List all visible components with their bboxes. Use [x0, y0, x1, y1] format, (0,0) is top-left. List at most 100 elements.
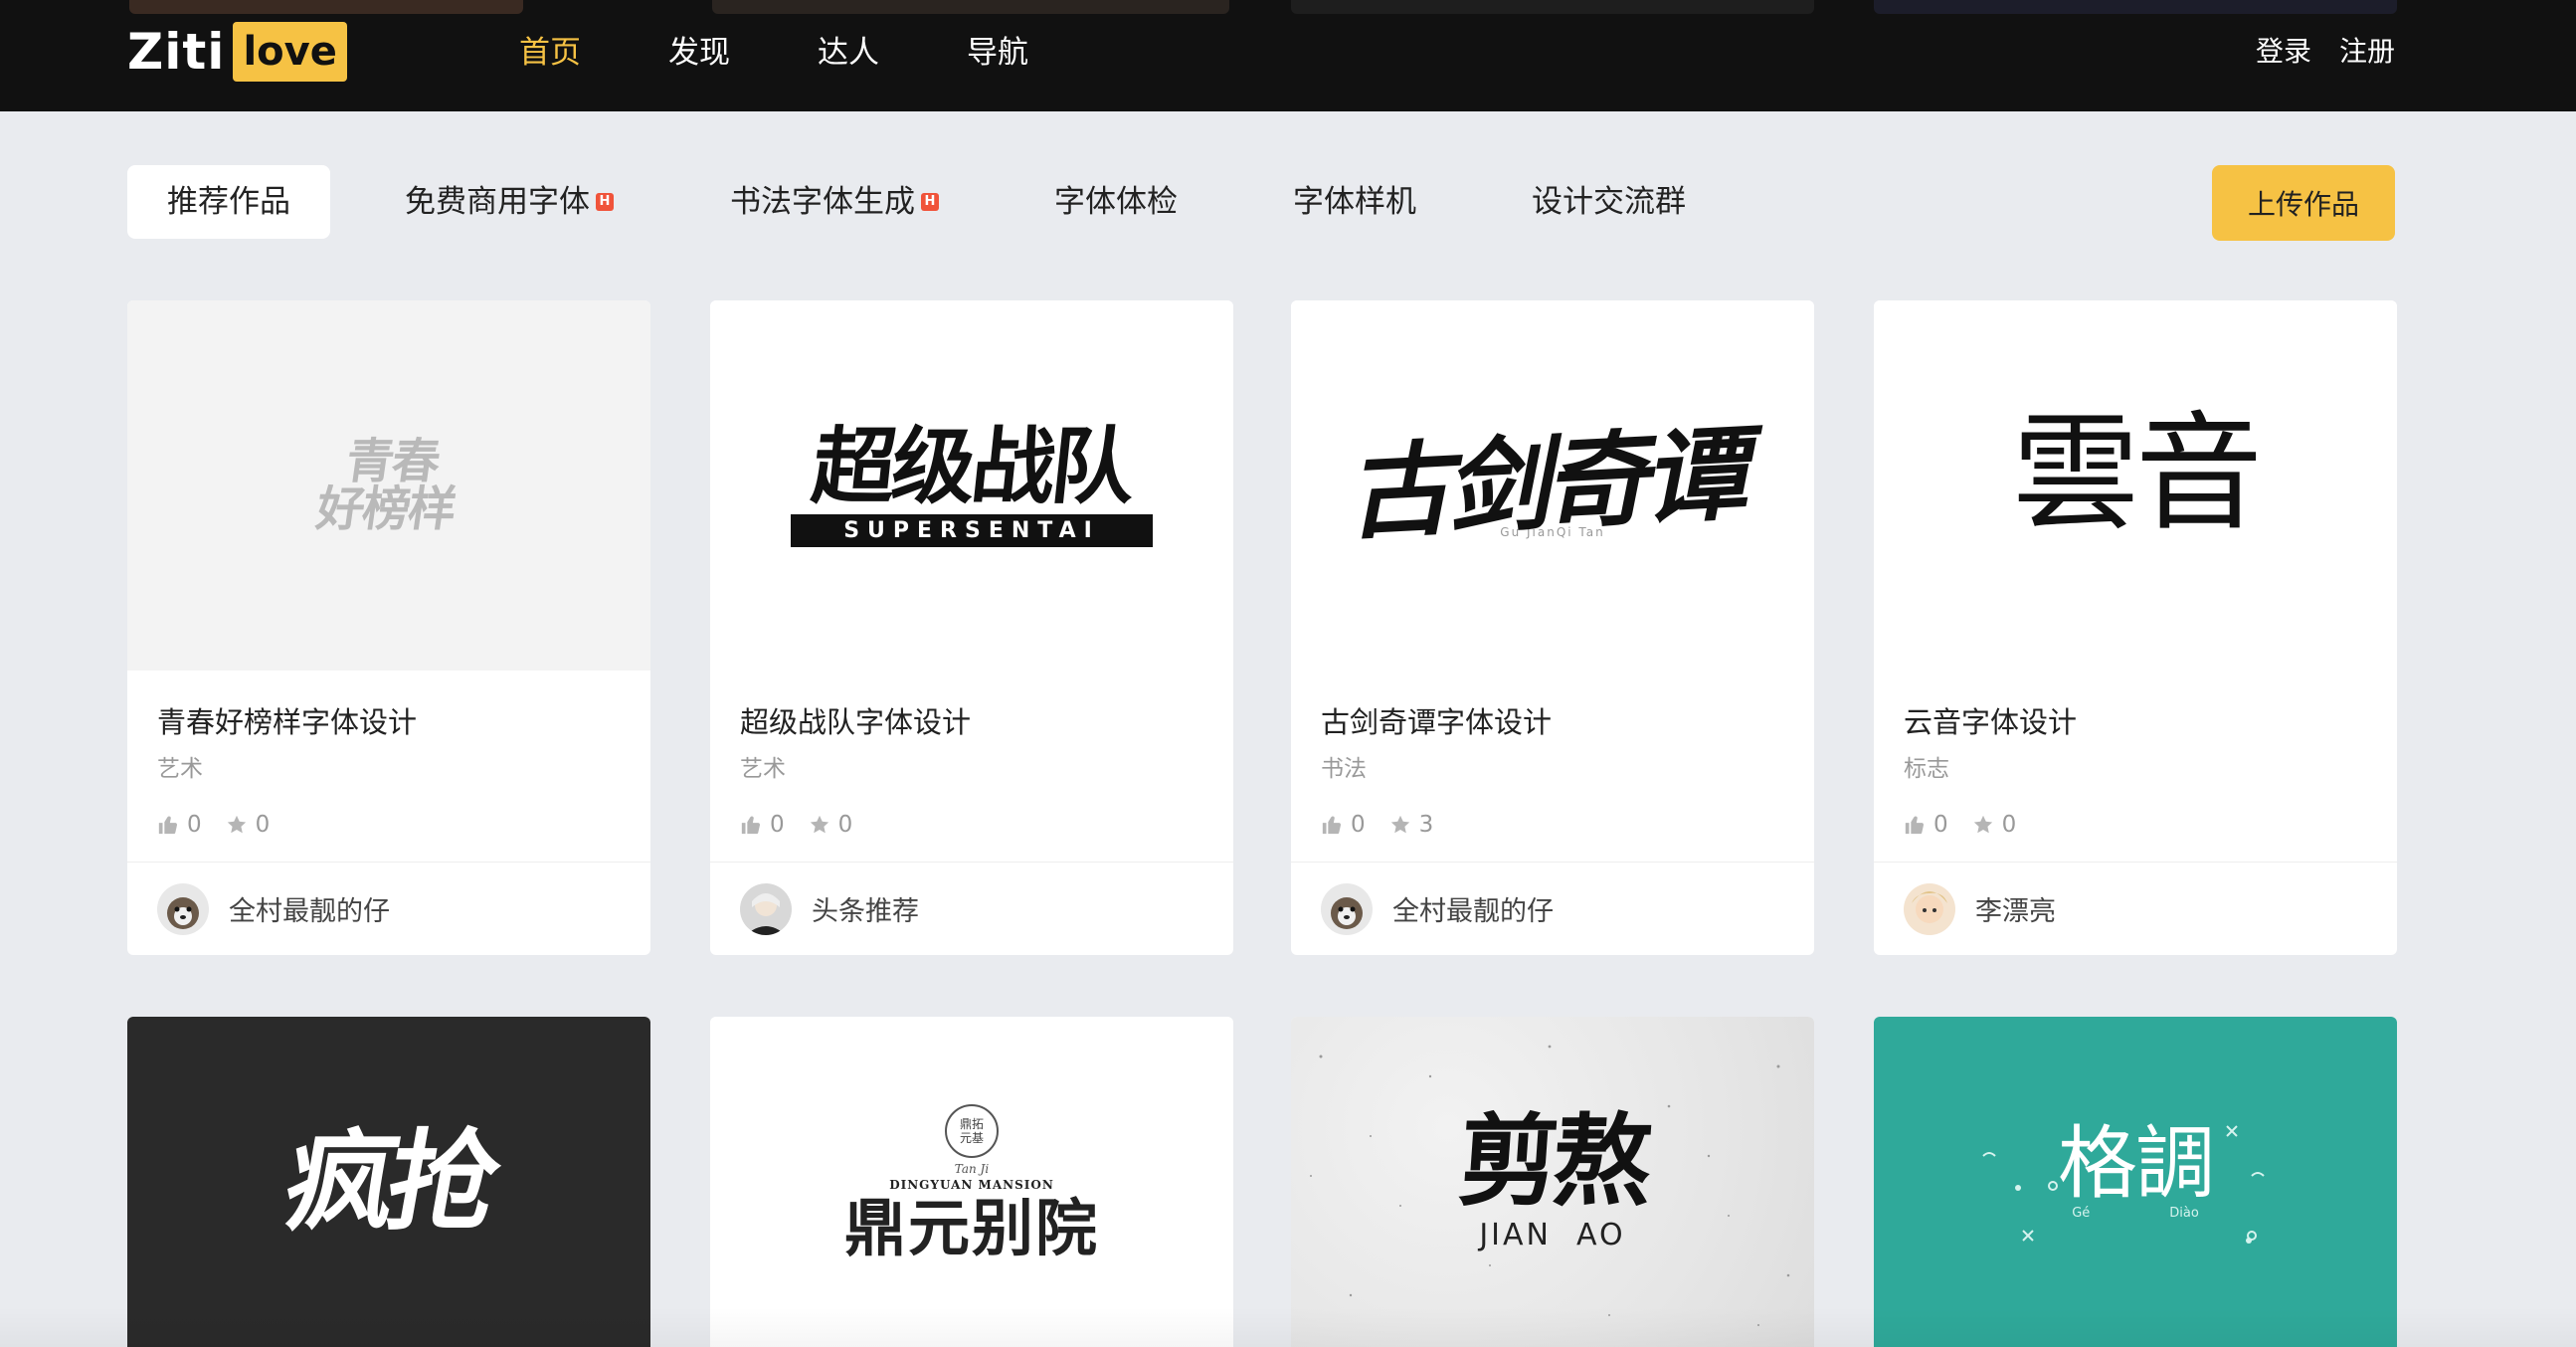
thumbs-up-icon: [741, 816, 761, 835]
logo-text: Ziti: [127, 23, 226, 81]
seal-icon: 鼎拓元基: [945, 1104, 999, 1158]
nav-item-home[interactable]: 首页: [519, 28, 668, 78]
banner-strip: [1874, 0, 2397, 14]
star-count-value: 3: [1418, 812, 1434, 838]
login-link[interactable]: 登录: [2256, 28, 2311, 76]
work-thumbnail[interactable]: 青春 好榜样: [127, 300, 650, 671]
star-count[interactable]: 0: [1972, 810, 2016, 840]
artwork-subtitle: JIAN AO: [1479, 1217, 1626, 1252]
star-count[interactable]: 0: [226, 810, 271, 840]
artwork-subtitle: SUPERSENTAI: [791, 513, 1153, 547]
tab-label: 字体体检: [1054, 184, 1178, 220]
banner-strip: [712, 0, 1229, 14]
upload-work-button[interactable]: 上传作品: [2212, 165, 2395, 241]
author-row[interactable]: 李漂亮: [1874, 862, 2397, 955]
author-row[interactable]: 全村最靓的仔: [127, 862, 650, 955]
work-thumbnail[interactable]: 超级战队 SUPERSENTAI: [710, 300, 1233, 671]
avatar[interactable]: [740, 882, 792, 935]
star-icon: [1390, 815, 1409, 834]
work-card[interactable]: 疯抢: [127, 1017, 650, 1347]
artwork-subtitle-right: Diào: [2169, 1205, 2199, 1221]
star-count[interactable]: 3: [1389, 810, 1434, 840]
work-stats: 0 0: [1904, 810, 2367, 840]
work-thumbnail[interactable]: 格調 Gé Diào: [1874, 1017, 2397, 1347]
work-stats: 0 3: [1321, 810, 1784, 840]
work-card[interactable]: 格調 Gé Diào: [1874, 1017, 2397, 1347]
tab-label: 设计交流群: [1532, 184, 1686, 220]
work-card[interactable]: 鼎拓元基 Tan Ji DINGYUAN MANSION 鼎元别院: [710, 1017, 1233, 1347]
tab-recommended[interactable]: 推荐作品: [127, 165, 330, 239]
artwork-text: 古剑奇谭: [1343, 411, 1762, 555]
star-icon: [810, 815, 828, 834]
like-count[interactable]: 0: [1904, 810, 1948, 840]
work-stats: 0 0: [740, 810, 1203, 840]
auth-links: 登录 注册: [2256, 28, 2395, 76]
artwork-subtitle-row: Gé Diào: [2072, 1206, 2199, 1221]
site-logo[interactable]: Ziti love: [127, 22, 347, 82]
avatar[interactable]: [1321, 882, 1373, 935]
tab-label: 推荐作品: [167, 184, 290, 220]
work-title[interactable]: 超级战队字体设计: [740, 702, 1203, 742]
author-row[interactable]: 全村最靓的仔: [1291, 862, 1814, 955]
nav-item-navigation[interactable]: 导航: [967, 28, 1116, 78]
work-title[interactable]: 云音字体设计: [1904, 702, 2367, 742]
tab-font-check[interactable]: 字体体检: [1054, 165, 1178, 239]
artwork-text: 疯抢: [276, 1118, 502, 1246]
author-name[interactable]: 全村最靓的仔: [229, 889, 390, 928]
like-count-value: 0: [187, 812, 202, 838]
work-thumbnail[interactable]: 疯抢: [127, 1017, 650, 1347]
work-thumbnail[interactable]: 鼎拓元基 Tan Ji DINGYUAN MANSION 鼎元别院: [710, 1017, 1233, 1347]
register-link[interactable]: 注册: [2339, 28, 2395, 76]
tab-calligraphy-generator[interactable]: 书法字体生成 H: [730, 165, 939, 239]
work-card[interactable]: 雲音 云音字体设计 标志 0 0 李漂亮: [1874, 300, 2397, 955]
tab-design-group[interactable]: 设计交流群: [1532, 165, 1686, 239]
work-category[interactable]: 艺术: [157, 754, 621, 784]
work-card[interactable]: 古剑奇谭 Gu JianQi Tan 古剑奇谭字体设计 书法 0 3 全村最靓的…: [1291, 300, 1814, 955]
main-nav: 首页 发现 达人 导航: [519, 28, 1116, 78]
thumbs-up-icon: [1322, 816, 1342, 835]
work-category[interactable]: 标志: [1904, 754, 2367, 784]
tab-font-mockup[interactable]: 字体样机: [1293, 165, 1416, 239]
tab-label: 字体样机: [1293, 184, 1416, 220]
author-name[interactable]: 李漂亮: [1975, 889, 2056, 928]
work-card[interactable]: 剪熬 JIAN AO: [1291, 1017, 1814, 1347]
work-thumbnail[interactable]: 剪熬 JIAN AO: [1291, 1017, 1814, 1347]
nav-item-discover[interactable]: 发现: [668, 28, 818, 78]
author-name[interactable]: 头条推荐: [812, 889, 919, 928]
author-name[interactable]: 全村最靓的仔: [1392, 889, 1554, 928]
artwork-text: 格調: [2058, 1116, 2215, 1210]
like-count[interactable]: 0: [157, 810, 202, 840]
star-count-value: 0: [837, 812, 853, 838]
work-stats: 0 0: [157, 810, 621, 840]
avatar[interactable]: [157, 882, 209, 935]
hot-badge-icon: H: [596, 192, 614, 211]
author-row[interactable]: 头条推荐: [710, 862, 1233, 955]
like-count[interactable]: 0: [1321, 810, 1366, 840]
work-thumbnail[interactable]: 古剑奇谭 Gu JianQi Tan: [1291, 300, 1814, 671]
like-count-value: 0: [1351, 812, 1366, 838]
artwork-text: 雲音: [2011, 400, 2263, 548]
artwork-subtitle: DINGYUAN MANSION: [889, 1178, 1054, 1192]
work-category[interactable]: 书法: [1321, 754, 1784, 784]
logo-badge: love: [233, 22, 347, 82]
star-icon: [227, 815, 246, 834]
avatar[interactable]: [1904, 882, 1955, 935]
work-thumbnail[interactable]: 雲音: [1874, 300, 2397, 671]
tab-label: 书法字体生成: [730, 184, 915, 220]
like-count-value: 0: [770, 812, 785, 838]
tab-free-fonts[interactable]: 免费商用字体 H: [405, 165, 614, 239]
banner-strip: [129, 0, 523, 14]
like-count[interactable]: 0: [740, 810, 785, 840]
artwork-text: 青春 好榜样: [312, 434, 459, 537]
nav-item-experts[interactable]: 达人: [818, 28, 967, 78]
work-card[interactable]: 青春 好榜样 青春好榜样字体设计 艺术 0 0 全村最靓的仔: [127, 300, 650, 955]
artwork-text: 剪熬: [1454, 1102, 1651, 1220]
work-category[interactable]: 艺术: [740, 754, 1203, 784]
work-card[interactable]: 超级战队 SUPERSENTAI 超级战队字体设计 艺术 0 0 头条推荐: [710, 300, 1233, 955]
work-title[interactable]: 古剑奇谭字体设计: [1321, 702, 1784, 742]
star-count[interactable]: 0: [809, 810, 853, 840]
star-count-value: 0: [255, 812, 271, 838]
work-title[interactable]: 青春好榜样字体设计: [157, 702, 621, 742]
tab-label: 免费商用字体: [405, 184, 590, 220]
top-navbar: Ziti love 首页 发现 达人 导航 登录 注册: [0, 0, 2576, 111]
